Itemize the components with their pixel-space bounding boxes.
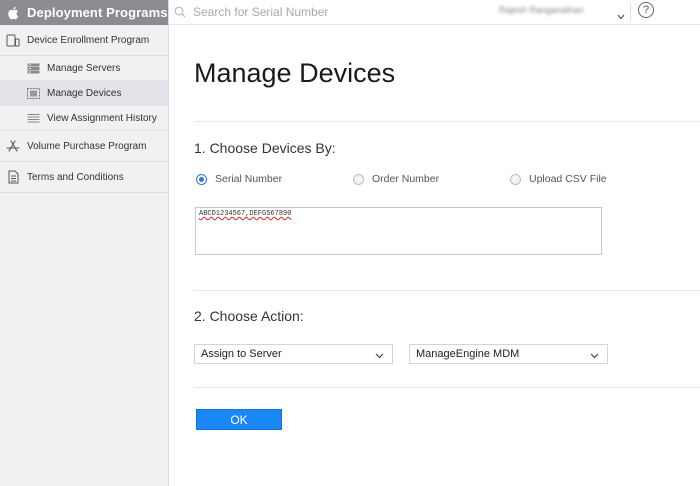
sidebar-item-label: View Assignment History <box>47 112 157 124</box>
sidebar-item-manage-servers[interactable]: Manage Servers <box>0 56 168 81</box>
serial-number-textarea[interactable] <box>195 207 602 255</box>
sidebar-item-label: Terms and Conditions <box>27 171 124 183</box>
radio-serial-number[interactable]: Serial Number <box>196 173 282 185</box>
search-icon <box>174 5 188 19</box>
devices-icon <box>6 33 20 47</box>
sidebar-item-label: Device Enrollment Program <box>27 34 150 46</box>
radio-button[interactable] <box>196 173 207 185</box>
radio-label: Serial Number <box>215 173 283 185</box>
sidebar-title: Deployment Programs <box>27 5 168 20</box>
sidebar-item-device-enrollment-program[interactable]: Device Enrollment Program <box>0 25 168 56</box>
divider <box>194 121 700 122</box>
user-name[interactable]: Rajesh Ranganathan <box>499 5 584 15</box>
server-icon <box>27 63 40 74</box>
sidebar-item-label: Volume Purchase Program <box>27 140 147 152</box>
ok-button[interactable]: OK <box>196 409 282 430</box>
radio-label: Upload CSV File <box>529 173 607 185</box>
section-title-choose-action: 2. Choose Action: <box>194 308 304 324</box>
device-frame-icon <box>27 87 40 99</box>
app-store-icon <box>6 139 20 153</box>
list-icon <box>27 113 40 124</box>
radio-label: Order Number <box>372 173 440 185</box>
help-icon[interactable]: ? <box>638 2 654 18</box>
divider <box>194 387 700 388</box>
sidebar-item-view-assignment-history[interactable]: View Assignment History <box>0 106 168 131</box>
radio-order-number[interactable]: Order Number <box>353 173 439 185</box>
action-select[interactable]: Assign to Server <box>194 344 393 364</box>
document-icon <box>6 170 20 184</box>
sidebar: Deployment Programs Device Enrollment Pr… <box>0 0 169 486</box>
divider <box>630 3 631 21</box>
chevron-down-icon <box>590 350 599 362</box>
divider <box>194 290 700 291</box>
radio-upload-csv-file[interactable]: Upload CSV File <box>510 173 607 185</box>
sidebar-item-label: Manage Servers <box>47 62 121 74</box>
radio-button[interactable] <box>353 173 364 185</box>
select-value: ManageEngine MDM <box>416 348 520 360</box>
sidebar-item-terms-and-conditions[interactable]: Terms and Conditions <box>0 162 168 193</box>
chevron-down-icon <box>375 350 384 362</box>
server-select[interactable]: ManageEngine MDM <box>409 344 608 364</box>
sidebar-item-manage-devices[interactable]: Manage Devices <box>0 81 168 106</box>
radio-button[interactable] <box>510 173 521 185</box>
main-content: Manage Devices 1. Choose Devices By: Ser… <box>169 25 700 486</box>
sidebar-header: Deployment Programs <box>0 0 168 25</box>
select-value: Assign to Server <box>201 348 282 360</box>
sidebar-item-label: Manage Devices <box>47 87 122 99</box>
top-bar: Rajesh Ranganathan ? <box>169 0 700 25</box>
search-input[interactable] <box>193 5 493 19</box>
chevron-down-icon[interactable] <box>617 7 625 25</box>
section-title-choose-devices: 1. Choose Devices By: <box>194 140 336 156</box>
apple-logo-icon <box>6 5 20 21</box>
sidebar-item-volume-purchase-program[interactable]: Volume Purchase Program <box>0 131 168 162</box>
page-title: Manage Devices <box>194 58 396 88</box>
